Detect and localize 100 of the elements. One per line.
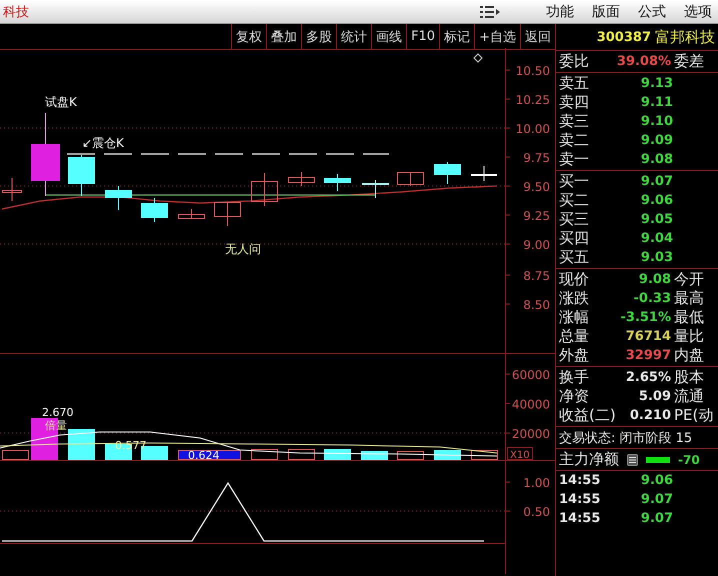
ask-price: 9.08 — [640, 152, 673, 167]
candlestick — [324, 174, 351, 192]
axis-label: 9.25 — [523, 209, 550, 223]
bid-price: 9.06 — [640, 193, 673, 208]
axis-label: 8.50 — [523, 298, 550, 312]
stock-name: 富邦科技 — [655, 28, 715, 46]
candlestick — [141, 198, 168, 222]
ask-label: 卖二 — [559, 131, 590, 150]
axis-label: 8.75 — [523, 269, 550, 283]
bid-label: 买三 — [559, 210, 590, 229]
candlestick — [105, 186, 132, 210]
ask-price: 9.10 — [640, 114, 673, 129]
quote-value: 9.08 — [638, 272, 671, 287]
quote-label: PE(动 — [673, 406, 714, 425]
candlestick — [214, 202, 241, 226]
quote-value: 32997 — [624, 348, 671, 363]
candlestick — [471, 166, 497, 182]
ask-label: 卖三 — [559, 112, 590, 131]
quote-value: 76714 — [624, 329, 671, 344]
list-icon[interactable] — [627, 454, 638, 466]
axis-label: 1.00 — [523, 476, 550, 490]
quote-label: 最高 — [673, 289, 705, 308]
axis-label: 9.00 — [523, 238, 550, 252]
quote-label: 总量 — [559, 327, 590, 346]
trade-status: 交易状态: 闭市阶段 15 — [559, 430, 692, 446]
stock-code: 300387 — [596, 30, 651, 44]
quote-label: 委比 — [559, 52, 590, 71]
candlestick — [2, 178, 22, 202]
tick-time: 14:55 — [559, 492, 602, 507]
quote-label: 换手 — [559, 368, 590, 387]
quote-label: 股本 — [673, 368, 705, 387]
quote-label: 委差 — [673, 52, 706, 71]
tick-price: 9.07 — [640, 511, 673, 526]
volume-bar — [397, 451, 424, 460]
bid-label: 买五 — [559, 248, 590, 267]
tick-time: 14:55 — [559, 511, 602, 526]
quote-label: 外盘 — [559, 346, 590, 365]
main-flow-value: -70 — [678, 452, 700, 466]
bid-price: 9.07 — [640, 174, 673, 189]
main-flow-label: 主力净额 — [559, 450, 619, 469]
chart-value-label: 2.670 — [42, 406, 74, 419]
chart-annotation: ↙震仓K — [82, 136, 124, 150]
candlestick — [397, 172, 424, 186]
quote-label: 涨幅 — [559, 308, 590, 327]
bid-label: 买二 — [559, 191, 590, 210]
ask-price: 9.09 — [640, 133, 673, 148]
quote-label: 量比 — [673, 327, 705, 346]
volume-bar — [434, 450, 461, 460]
axis-label: 10.00 — [516, 122, 550, 136]
quote-label: 内盘 — [673, 346, 705, 365]
axis-label: 10.50 — [516, 64, 550, 78]
volume-bar — [251, 449, 278, 460]
tick-time: 14:55 — [559, 473, 602, 488]
candlestick — [68, 154, 95, 196]
candlestick — [362, 180, 389, 198]
window-title: 科技 — [3, 4, 30, 20]
axis-label: 9.50 — [523, 180, 550, 194]
ask-label: 卖一 — [559, 150, 590, 169]
ask-label: 卖四 — [559, 93, 590, 112]
quote-value: 39.08% — [616, 54, 672, 69]
menu-item[interactable]: 功能 — [546, 2, 574, 20]
chart-annotation: 无人问 — [225, 242, 261, 256]
volume-bar — [288, 449, 315, 460]
quote-value: -0.33 — [632, 291, 671, 306]
volume-bar — [31, 418, 58, 460]
axis-label: 60000 — [512, 368, 550, 382]
menu-item[interactable]: 公式 — [638, 2, 666, 20]
ask-price: 9.13 — [640, 76, 673, 91]
quote-label: 最低 — [673, 308, 705, 327]
quote-value: 5.09 — [638, 389, 671, 404]
volume-bar — [471, 450, 498, 460]
axis-label: 40000 — [512, 398, 550, 412]
ask-label: 卖五 — [559, 74, 590, 93]
candlestick — [288, 172, 315, 186]
ask-price: 9.11 — [640, 95, 673, 110]
volume-bar — [2, 450, 29, 460]
chart-annotation: 试盘K — [45, 95, 77, 109]
diamond-icon[interactable] — [473, 53, 483, 63]
bid-label: 买四 — [559, 229, 590, 248]
bid-label: 买一 — [559, 172, 590, 191]
quote-label: 流通 — [673, 387, 705, 406]
quote-label: 现价 — [559, 270, 590, 289]
volume-bar — [68, 429, 95, 460]
bid-price: 9.05 — [640, 212, 673, 227]
menu-icon[interactable] — [480, 4, 500, 18]
tick-price: 9.06 — [640, 473, 673, 488]
quote-label: 收益(二) — [559, 406, 617, 425]
bid-price: 9.03 — [640, 250, 673, 265]
menu-item[interactable]: 选项 — [684, 2, 712, 20]
axis-label: 0.50 — [523, 505, 550, 519]
scale-badge: X10 — [507, 447, 533, 461]
quote-value: 0.210 — [628, 408, 671, 423]
quote-value: -3.51% — [620, 310, 671, 325]
menu-item[interactable]: 版面 — [592, 2, 620, 20]
axis-label: 10.25 — [516, 93, 550, 107]
volume-bar — [324, 449, 351, 460]
candlestick — [178, 208, 205, 219]
axis-label: 20000 — [512, 427, 550, 441]
tick-price: 9.07 — [640, 492, 673, 507]
axis-label: 9.75 — [523, 151, 550, 165]
